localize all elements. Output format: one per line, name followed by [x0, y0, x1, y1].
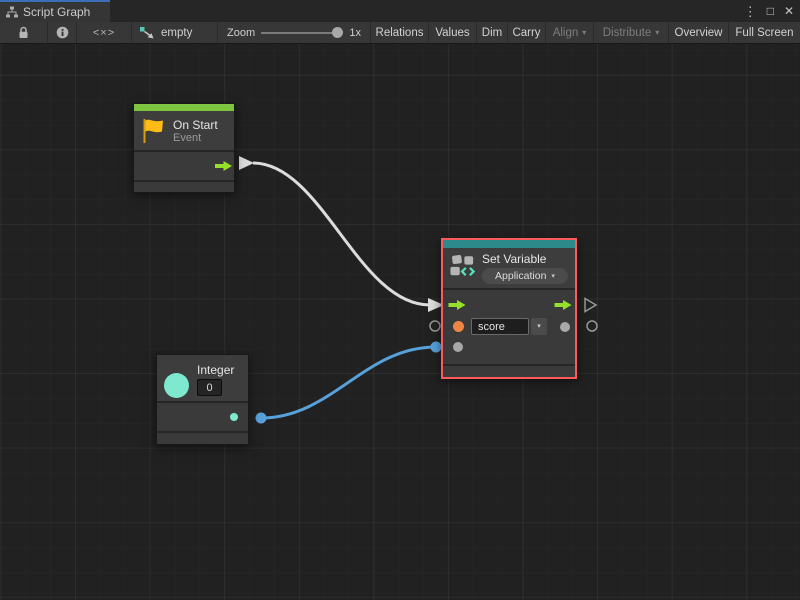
distribute-label: Distribute	[603, 27, 652, 39]
chevron-down-icon: ▾	[551, 273, 555, 280]
zoom-slider-track	[261, 32, 341, 34]
wire-control-flow[interactable]	[253, 163, 430, 305]
variable-name-field[interactable]: score	[471, 318, 529, 335]
node-title: Set Variable	[482, 252, 568, 266]
zoom-label: Zoom	[227, 27, 255, 39]
wire-value[interactable]	[261, 347, 436, 418]
fullscreen-button[interactable]: Full Screen	[729, 22, 800, 43]
node-footer	[134, 182, 234, 192]
value-output-outer-port[interactable]	[587, 321, 597, 331]
wire-value-end-dot	[431, 342, 442, 353]
chevron-down-icon: ▾	[582, 29, 586, 37]
zoom-value: 1x	[349, 27, 361, 39]
variable-name-value: score	[478, 321, 505, 333]
tab-title: Script Graph	[23, 5, 90, 19]
window-controls: ⋮ □ ✕	[744, 0, 794, 22]
fullscreen-label: Full Screen	[735, 27, 793, 39]
node-title: Integer	[197, 363, 234, 377]
overview-button[interactable]: Overview	[669, 22, 729, 43]
chevron-down-icon: ▾	[655, 29, 659, 37]
variable-scope-dropdown[interactable]: Application ▾	[482, 268, 568, 284]
carry-label: Carry	[512, 27, 540, 39]
align-label: Align	[553, 27, 579, 39]
wire-layer	[0, 44, 800, 600]
graph-canvas[interactable]: On Start Event	[0, 44, 800, 600]
zoom-slider[interactable]	[261, 22, 343, 44]
node-integer[interactable]: Integer 0	[156, 354, 249, 445]
relations-button[interactable]: Relations	[371, 22, 429, 43]
graph-icon	[6, 6, 18, 18]
zoom-control: Zoom 1x	[218, 22, 371, 43]
node-subtitle: Event	[173, 132, 218, 144]
visual-scripting-window: Script Graph ⋮ □ ✕ <×>	[0, 0, 800, 600]
dim-button[interactable]: Dim	[477, 22, 508, 43]
distribute-button: Distribute ▾	[594, 22, 669, 43]
chevron-down-icon: ▾	[537, 323, 541, 330]
node-set-variable[interactable]: Set Variable Application ▾ score	[441, 238, 577, 379]
value-input-outer-port[interactable]	[430, 321, 440, 331]
titlebar: Script Graph ⋮ □ ✕	[0, 0, 800, 22]
selection-indicator[interactable]: empty	[132, 22, 218, 43]
event-color-bar	[134, 104, 234, 111]
set-variable-header: Set Variable Application ▾	[443, 248, 575, 288]
carry-button[interactable]: Carry	[508, 22, 546, 43]
on-start-port-row	[134, 152, 234, 180]
wire-value-start-dot	[256, 413, 267, 424]
overview-label: Overview	[675, 27, 723, 39]
variables-icon	[450, 253, 475, 279]
wire-start-arrow-icon	[239, 156, 254, 170]
values-label: Values	[435, 27, 469, 39]
scope-label: Application	[495, 270, 546, 282]
integer-port-row	[157, 403, 248, 431]
selection-label: empty	[161, 27, 192, 39]
integer-value: 0	[206, 382, 212, 394]
variables-color-bar	[443, 240, 575, 248]
node-on-start[interactable]: On Start Event	[133, 103, 235, 193]
control-output-port[interactable]	[554, 300, 572, 310]
integer-output-port[interactable]	[230, 413, 238, 421]
control-output-outer-port[interactable]	[585, 299, 596, 312]
integer-type-icon	[164, 373, 189, 398]
dim-label: Dim	[482, 27, 502, 39]
node-footer	[157, 433, 248, 444]
integer-value-field[interactable]: 0	[197, 379, 222, 396]
value-output-port[interactable]	[560, 322, 570, 332]
variable-name-dropdown-button[interactable]: ▾	[531, 318, 547, 335]
values-button[interactable]: Values	[429, 22, 477, 43]
variable-name-input-port[interactable]	[453, 321, 464, 332]
lock-button[interactable]	[0, 22, 48, 43]
control-input-port[interactable]	[448, 300, 466, 310]
control-output-port[interactable]	[215, 161, 232, 171]
graph-toolbar: <×> empty Zoom 1x Relations Values Dim	[0, 22, 800, 44]
lock-icon	[18, 26, 29, 39]
align-button: Align ▾	[546, 22, 594, 43]
tab-script-graph[interactable]: Script Graph	[0, 0, 110, 22]
node-footer	[443, 366, 575, 377]
pointer-icon	[140, 27, 155, 39]
flag-icon	[142, 118, 164, 144]
code-view-button[interactable]: <×>	[77, 22, 132, 43]
node-title: On Start	[173, 118, 218, 132]
relations-label: Relations	[376, 27, 424, 39]
window-menu-icon[interactable]: ⋮	[744, 5, 757, 18]
code-view-label: <×>	[93, 27, 115, 39]
info-button[interactable]	[48, 22, 77, 43]
zoom-slider-handle[interactable]	[332, 27, 343, 38]
on-start-header: On Start Event	[134, 111, 234, 150]
value-input-port[interactable]	[453, 342, 463, 352]
info-icon	[56, 26, 69, 39]
integer-header: Integer 0	[157, 355, 248, 401]
close-icon[interactable]: ✕	[784, 5, 794, 17]
maximize-icon[interactable]: □	[767, 5, 774, 17]
